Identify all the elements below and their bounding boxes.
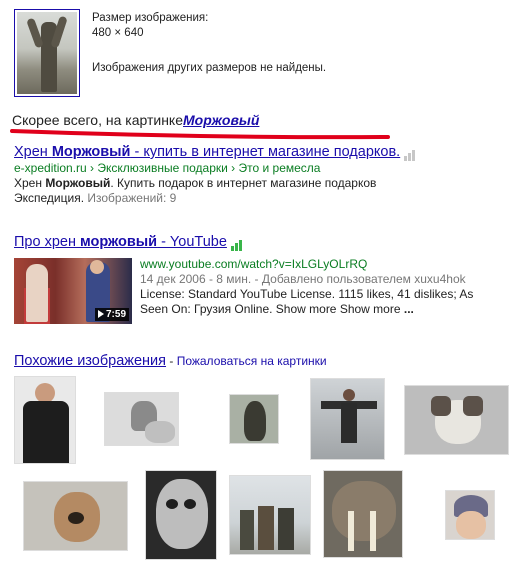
similar-images-link[interactable]: Похожие изображения [14,353,166,369]
similar-image-8[interactable] [229,475,311,555]
video-thumbnail[interactable]: 7:59 [14,258,132,324]
report-images-link[interactable]: Пожаловаться на картинки [177,354,327,368]
video-meta: www.youtube.com/watch?v=IxLGLyOLrRQ 14 д… [140,257,512,317]
similar-image-6[interactable] [23,481,128,551]
similar-images-header: Похожие изображения - Пожаловаться на ка… [14,353,327,369]
similar-image-5[interactable] [404,385,509,455]
similar-image-2[interactable] [104,392,179,446]
result-2-title-link[interactable]: Про хрен моржовый - YouTube [14,234,227,250]
result-1-snippet: Хрен Моржовый. Купить подарок в интернет… [14,176,377,205]
query-image-thumbnail[interactable] [14,9,80,97]
result-1-title-link[interactable]: Хрен Моржовый - купить в интернет магази… [14,144,400,160]
search-result-2: Про хрен моржовый - YouTube [14,233,509,251]
no-other-sizes-text: Изображения других размеров не найдены. [92,62,327,74]
red-underline-annotation [10,129,390,140]
signal-bars-icon [230,233,243,251]
result-1-url: e-xpedition.ru › Эксклюзивные подарки › … [14,161,321,175]
image-size-label: Размер изображения: [92,12,209,24]
similar-image-10[interactable] [445,490,495,540]
image-info: Размер изображения: 480 × 640 Изображени… [92,11,326,76]
video-date: 14 дек 2006 - 8 мин. - Добавлено пользов… [140,272,466,286]
play-icon [97,310,104,319]
result-1-images-count: Изображений: 9 [87,191,177,205]
video-url: www.youtube.com/watch?v=IxLGLyOLrRQ [140,257,368,271]
video-description-2: Seen On: Грузия Online. Show more Show m… [140,302,414,316]
signal-bars-icon [404,143,416,161]
tree-image [17,12,77,94]
image-dimensions: 480 × 640 [92,27,144,39]
similar-image-4[interactable] [310,378,385,460]
similar-image-1[interactable] [14,376,76,464]
similar-image-3[interactable] [229,394,279,444]
video-description-1: License: Standard YouTube License. 1115 … [140,287,474,301]
similar-image-7[interactable] [145,470,217,560]
video-more: ... [403,302,414,316]
similar-image-9[interactable] [323,470,403,558]
search-result-1: Хрен Моржовый - купить в интернет магази… [14,143,509,206]
video-duration: 7:59 [94,308,129,321]
